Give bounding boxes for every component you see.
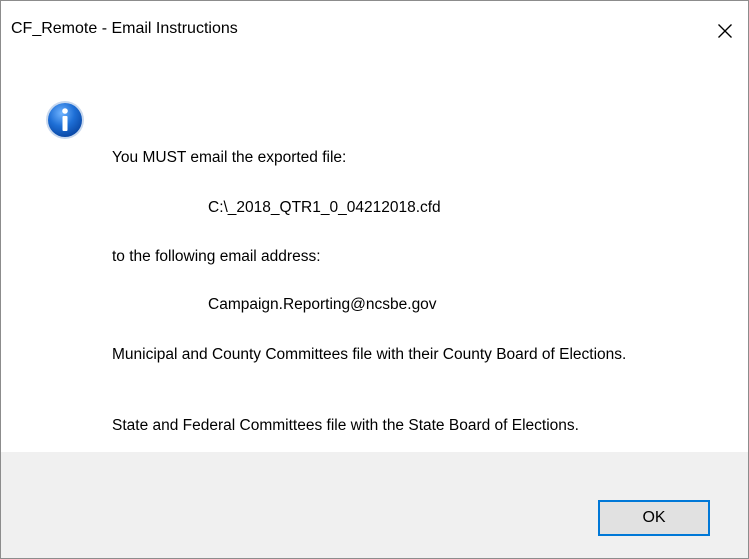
window-title: CF_Remote - Email Instructions — [11, 20, 238, 37]
close-icon — [718, 24, 732, 38]
info-icon — [46, 101, 84, 139]
message-line-municipal: Municipal and County Committees file wit… — [112, 346, 627, 363]
email-instructions-dialog: CF_Remote - Email Instructions You MUST … — [0, 0, 749, 559]
ok-button[interactable]: OK — [598, 500, 710, 536]
message-area: You MUST email the exported file: C:\_20… — [1, 61, 748, 452]
message-line-email-intro: to the following email address: — [112, 248, 321, 265]
message-line-state: State and Federal Committees file with t… — [112, 417, 579, 434]
title-bar[interactable]: CF_Remote - Email Instructions — [1, 1, 748, 61]
message-line-export: You MUST email the exported file: — [112, 149, 347, 166]
email-address-text: Campaign.Reporting@ncsbe.gov — [208, 296, 437, 313]
button-bar: OK — [1, 452, 748, 558]
close-button[interactable] — [702, 1, 748, 61]
file-path-text: C:\_2018_QTR1_0_04212018.cfd — [208, 199, 441, 216]
